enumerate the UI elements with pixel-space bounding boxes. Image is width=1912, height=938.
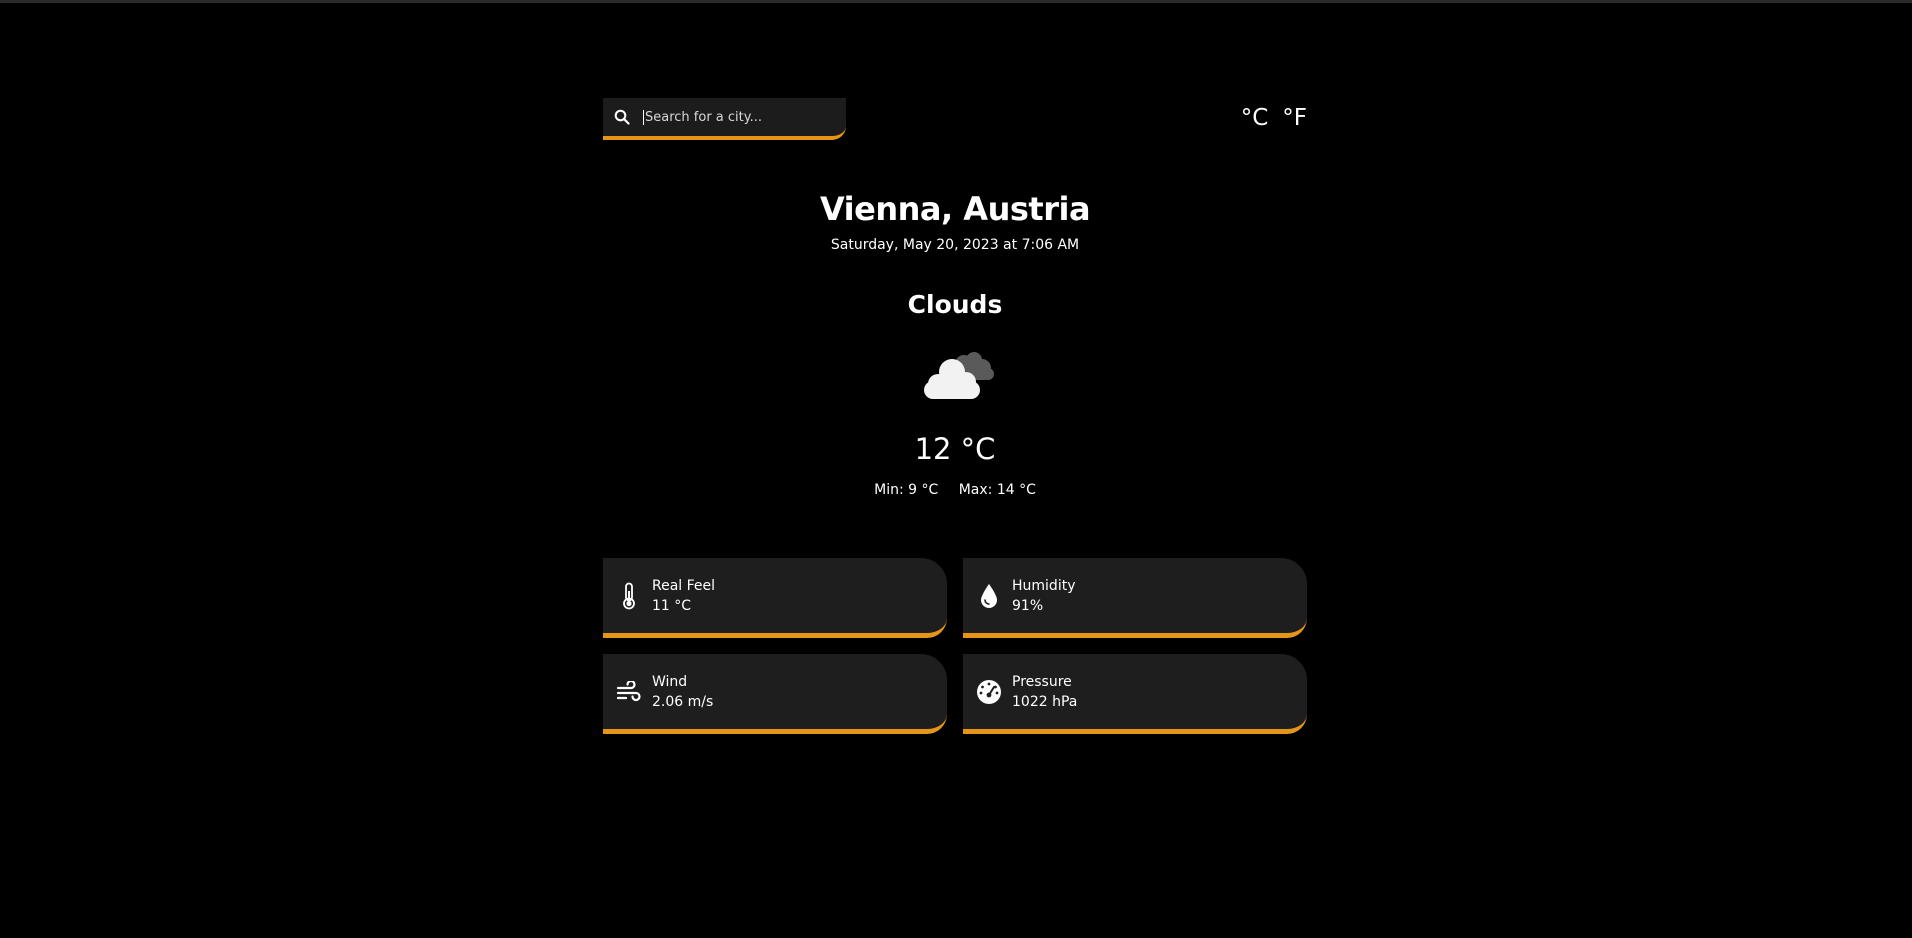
real-feel-card: Real Feel 11 °C (603, 558, 947, 638)
real-feel-label: Real Feel (652, 577, 716, 594)
humidity-value: 91% (1012, 597, 1044, 614)
humidity-card: Humidity 91% (963, 558, 1307, 638)
weather-app: °C °F Vienna, Austria Saturday, May 20, … (603, 0, 1307, 938)
fahrenheit-button[interactable]: °F (1282, 105, 1307, 131)
pressure-label: Pressure (1012, 673, 1072, 690)
wind-text: Wind 2.06 m/s (652, 672, 713, 712)
real-feel-text: Real Feel 11 °C (652, 576, 715, 616)
search-icon[interactable] (613, 108, 631, 126)
pressure-card: Pressure 1022 hPa (963, 654, 1307, 734)
weather-condition: Clouds (907, 290, 1003, 319)
humidity-text: Humidity 91% (1012, 576, 1075, 616)
current-temperature: 12 °C (914, 432, 996, 466)
cloud-icon (920, 348, 996, 400)
city-name: Vienna, Austria (819, 190, 1091, 228)
pressure-text: Pressure 1022 hPa (1012, 672, 1077, 712)
min-temperature: Min: 9 °C (874, 482, 939, 498)
gauge-icon (976, 677, 1002, 707)
humidity-label: Humidity (1012, 577, 1076, 594)
real-feel-value: 11 °C (652, 597, 692, 614)
pressure-value: 1022 hPa (1012, 693, 1078, 710)
thermometer-icon (616, 581, 642, 611)
wind-card: Wind 2.06 m/s (603, 654, 947, 734)
local-datetime: Saturday, May 20, 2023 at 7:06 AM (830, 237, 1080, 253)
search-input[interactable] (643, 109, 838, 125)
search-bar (603, 98, 846, 140)
wind-label: Wind (652, 673, 688, 690)
celsius-button[interactable]: °C (1241, 105, 1269, 131)
wind-icon (616, 677, 642, 707)
unit-toggle: °C °F (1241, 105, 1307, 131)
max-temperature: Max: 14 °C (958, 482, 1036, 498)
droplet-icon (976, 581, 1002, 611)
wind-value: 2.06 m/s (652, 693, 714, 710)
min-max-temperature: Min: 9 °C Max: 14 °C (603, 482, 1307, 498)
